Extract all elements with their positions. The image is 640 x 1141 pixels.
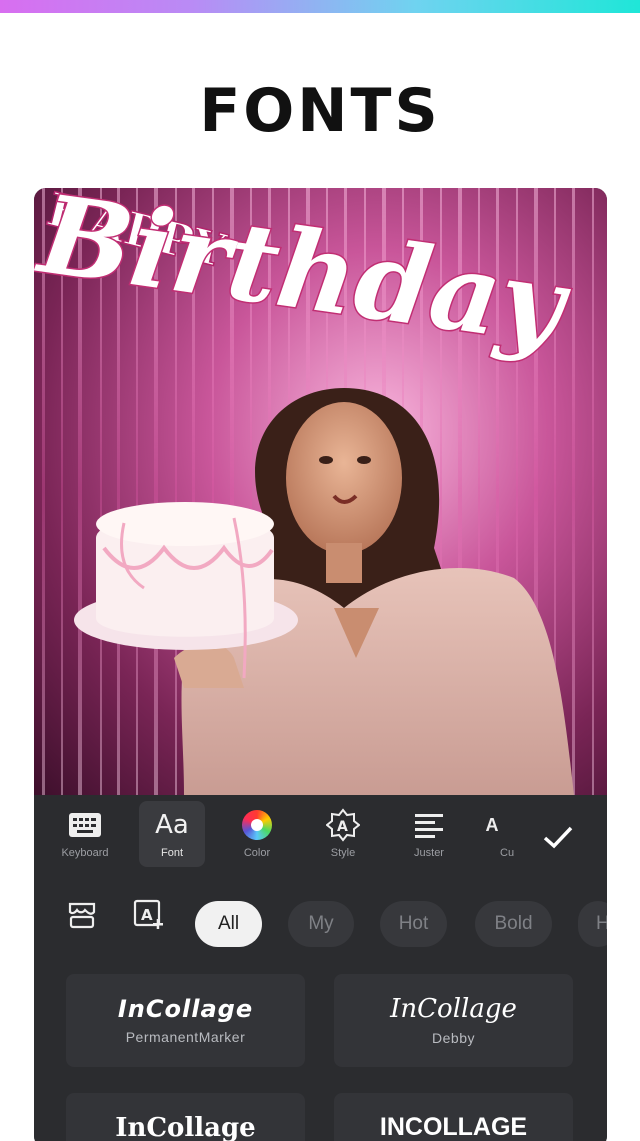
page-title: FONTS: [199, 76, 441, 146]
top-gradient-bar: [0, 0, 640, 13]
tool-align[interactable]: Juster: [396, 801, 462, 867]
font-card-debby[interactable]: InCollage Debby: [334, 974, 573, 1067]
category-all[interactable]: All: [195, 901, 262, 947]
category-my[interactable]: My: [288, 901, 354, 947]
store-icon[interactable]: [64, 897, 100, 933]
font-card-3[interactable]: InCollage: [66, 1093, 305, 1141]
tool-style-label: Style: [330, 847, 356, 859]
font-sample: InCollage: [390, 993, 517, 1024]
birthday-text-art[interactable]: Birthday: [34, 188, 574, 368]
tool-font-label: Font: [160, 847, 183, 859]
color-wheel-icon: [237, 807, 277, 843]
checkmark-icon: [543, 826, 573, 849]
birthday-text: Birthday: [34, 188, 574, 368]
category-more[interactable]: H: [578, 901, 607, 947]
tool-color[interactable]: Color: [224, 801, 290, 867]
keyboard-icon: [65, 807, 105, 843]
editor-frame: HAPPY Birthday Keyboard Aa Font Color A …: [34, 188, 607, 1141]
tool-curve-label: Cu: [500, 847, 515, 859]
tool-keyboard-label: Keyboard: [61, 847, 109, 859]
category-bold[interactable]: Bold: [475, 901, 552, 947]
align-icon: [409, 807, 449, 843]
font-aa-icon: Aa: [155, 810, 189, 840]
add-font-icon[interactable]: A: [131, 897, 167, 933]
photo-canvas[interactable]: HAPPY Birthday: [34, 188, 607, 795]
font-sample: INCOLLAGE: [379, 1113, 528, 1141]
font-panel: A All My Hot Bold H InCollage PermanentM…: [34, 877, 607, 1141]
tool-keyboard[interactable]: Keyboard: [52, 801, 118, 867]
text-edit-toolbar: Keyboard Aa Font Color A Style Juster A …: [34, 795, 607, 877]
font-name: Debby: [432, 1029, 475, 1046]
curve-text-icon: A: [485, 814, 499, 835]
tool-align-label: Juster: [414, 847, 444, 859]
style-icon: A: [323, 807, 363, 843]
font-sample: InCollage: [117, 994, 254, 1023]
tool-color-label: Color: [243, 847, 271, 859]
tool-style[interactable]: A Style: [310, 801, 376, 867]
tool-font[interactable]: Aa Font: [139, 801, 205, 867]
font-name: PermanentMarker: [125, 1028, 246, 1045]
font-sample: InCollage: [115, 1113, 256, 1141]
font-card-permanentmarker[interactable]: InCollage PermanentMarker: [66, 974, 305, 1067]
category-hot[interactable]: Hot: [380, 901, 447, 947]
tool-curve[interactable]: A Cu: [482, 801, 518, 867]
font-card-4[interactable]: INCOLLAGE: [334, 1093, 573, 1141]
confirm-button[interactable]: [538, 817, 578, 857]
svg-text:A: A: [141, 906, 153, 924]
svg-text:A: A: [337, 819, 348, 835]
